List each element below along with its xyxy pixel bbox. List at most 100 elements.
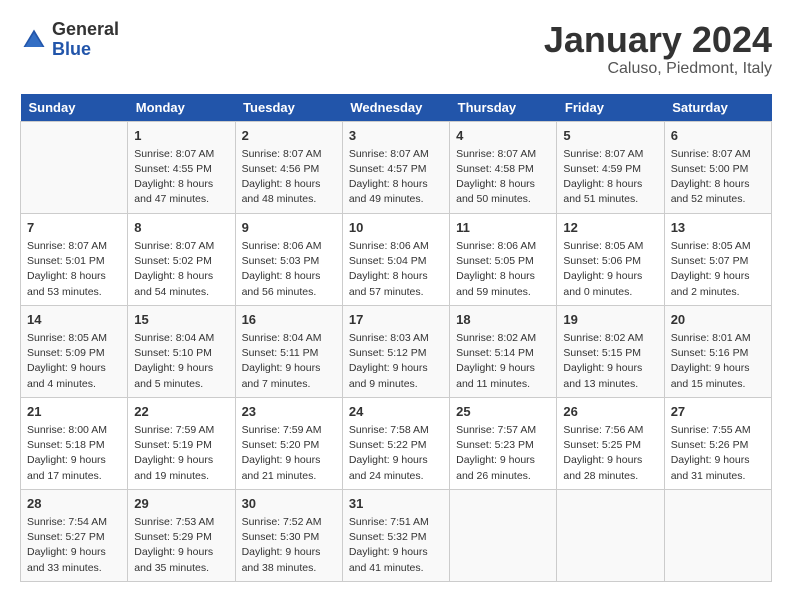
day-detail: Sunrise: 8:00 AMSunset: 5:18 PMDaylight:… <box>27 423 121 484</box>
day-number: 3 <box>349 127 443 145</box>
weekday-header-monday: Monday <box>128 94 235 122</box>
day-number: 21 <box>27 403 121 421</box>
day-number: 24 <box>349 403 443 421</box>
calendar-cell <box>664 489 771 581</box>
calendar-body: 1 Sunrise: 8:07 AMSunset: 4:55 PMDaylight… <box>21 121 772 581</box>
day-detail: Sunrise: 8:06 AMSunset: 5:05 PMDaylight:… <box>456 239 550 300</box>
calendar-title: January 2024 <box>544 20 772 60</box>
day-detail: Sunrise: 7:59 AMSunset: 5:19 PMDaylight:… <box>134 423 228 484</box>
week-row-4: 21 Sunrise: 8:00 AMSunset: 5:18 PMDayligh… <box>21 397 772 489</box>
calendar-cell: 12 Sunrise: 8:05 AMSunset: 5:06 PMDayligh… <box>557 213 664 305</box>
day-detail: Sunrise: 8:07 AMSunset: 4:56 PMDaylight:… <box>242 147 336 208</box>
weekday-header-tuesday: Tuesday <box>235 94 342 122</box>
day-number: 30 <box>242 495 336 513</box>
calendar-cell: 23 Sunrise: 7:59 AMSunset: 5:20 PMDayligh… <box>235 397 342 489</box>
calendar-cell: 4Sunrise: 8:07 AMSunset: 4:58 PMDaylight… <box>450 121 557 213</box>
day-number: 15 <box>134 311 228 329</box>
day-number: 8 <box>134 219 228 237</box>
calendar-cell: 30Sunrise: 7:52 AMSunset: 5:30 PMDayligh… <box>235 489 342 581</box>
title-block: January 2024 Caluso, Piedmont, Italy <box>544 20 772 78</box>
day-detail: Sunrise: 8:07 AMSunset: 4:57 PMDaylight:… <box>349 147 443 208</box>
day-detail: Sunrise: 8:02 AMSunset: 5:14 PMDaylight:… <box>456 331 550 392</box>
day-detail: Sunrise: 8:05 AMSunset: 5:06 PMDaylight:… <box>563 239 657 300</box>
day-number: 13 <box>671 219 765 237</box>
calendar-cell: 18Sunrise: 8:02 AMSunset: 5:14 PMDayligh… <box>450 305 557 397</box>
calendar-cell: 9 Sunrise: 8:06 AMSunset: 5:03 PMDaylight… <box>235 213 342 305</box>
logo-icon <box>20 26 48 54</box>
calendar-cell: 2 Sunrise: 8:07 AMSunset: 4:56 PMDaylight… <box>235 121 342 213</box>
day-number: 17 <box>349 311 443 329</box>
day-detail: Sunrise: 8:01 AMSunset: 5:16 PMDaylight:… <box>671 331 765 392</box>
calendar-cell: 24 Sunrise: 7:58 AMSunset: 5:22 PMDayligh… <box>342 397 449 489</box>
day-number: 20 <box>671 311 765 329</box>
calendar-cell: 29Sunrise: 7:53 AMSunset: 5:29 PMDayligh… <box>128 489 235 581</box>
weekday-header-friday: Friday <box>557 94 664 122</box>
day-number: 6 <box>671 127 765 145</box>
calendar-cell: 3 Sunrise: 8:07 AMSunset: 4:57 PMDaylight… <box>342 121 449 213</box>
week-row-3: 14 Sunrise: 8:05 AMSunset: 5:09 PMDayligh… <box>21 305 772 397</box>
day-number: 19 <box>563 311 657 329</box>
calendar-cell: 6Sunrise: 8:07 AMSunset: 5:00 PMDaylight… <box>664 121 771 213</box>
calendar-header: SundayMondayTuesdayWednesdayThursdayFrid… <box>21 94 772 122</box>
calendar-cell: 1 Sunrise: 8:07 AMSunset: 4:55 PMDaylight… <box>128 121 235 213</box>
day-detail: Sunrise: 7:58 AMSunset: 5:22 PMDaylight:… <box>349 423 443 484</box>
calendar-cell <box>21 121 128 213</box>
day-detail: Sunrise: 7:54 AMSunset: 5:27 PMDaylight:… <box>27 515 121 576</box>
day-number: 22 <box>134 403 228 421</box>
day-detail: Sunrise: 8:07 AMSunset: 5:01 PMDaylight:… <box>27 239 121 300</box>
day-detail: Sunrise: 8:03 AMSunset: 5:12 PMDaylight:… <box>349 331 443 392</box>
day-number: 27 <box>671 403 765 421</box>
weekday-header-wednesday: Wednesday <box>342 94 449 122</box>
day-number: 25 <box>456 403 550 421</box>
day-detail: Sunrise: 7:56 AMSunset: 5:25 PMDaylight:… <box>563 423 657 484</box>
day-number: 5 <box>563 127 657 145</box>
day-number: 1 <box>134 127 228 145</box>
weekday-header-thursday: Thursday <box>450 94 557 122</box>
calendar-cell: 20 Sunrise: 8:01 AMSunset: 5:16 PMDayligh… <box>664 305 771 397</box>
day-detail: Sunrise: 8:07 AMSunset: 5:02 PMDaylight:… <box>134 239 228 300</box>
day-number: 14 <box>27 311 121 329</box>
day-detail: Sunrise: 8:04 AMSunset: 5:11 PMDaylight:… <box>242 331 336 392</box>
calendar-cell <box>450 489 557 581</box>
logo-blue: Blue <box>52 40 119 60</box>
calendar-cell: 7 Sunrise: 8:07 AMSunset: 5:01 PMDaylight… <box>21 213 128 305</box>
week-row-2: 7 Sunrise: 8:07 AMSunset: 5:01 PMDaylight… <box>21 213 772 305</box>
calendar-cell: 19 Sunrise: 8:02 AMSunset: 5:15 PMDayligh… <box>557 305 664 397</box>
day-number: 9 <box>242 219 336 237</box>
day-number: 28 <box>27 495 121 513</box>
day-detail: Sunrise: 8:07 AMSunset: 4:55 PMDaylight:… <box>134 147 228 208</box>
week-row-1: 1 Sunrise: 8:07 AMSunset: 4:55 PMDaylight… <box>21 121 772 213</box>
day-detail: Sunrise: 8:05 AMSunset: 5:09 PMDaylight:… <box>27 331 121 392</box>
day-number: 12 <box>563 219 657 237</box>
day-detail: Sunrise: 8:06 AMSunset: 5:03 PMDaylight:… <box>242 239 336 300</box>
page-header: General Blue January 2024 Caluso, Piedmo… <box>20 20 772 78</box>
calendar-table: SundayMondayTuesdayWednesdayThursdayFrid… <box>20 94 772 582</box>
calendar-cell: 26 Sunrise: 7:56 AMSunset: 5:25 PMDayligh… <box>557 397 664 489</box>
day-number: 10 <box>349 219 443 237</box>
calendar-cell: 15Sunrise: 8:04 AMSunset: 5:10 PMDayligh… <box>128 305 235 397</box>
day-detail: Sunrise: 7:59 AMSunset: 5:20 PMDaylight:… <box>242 423 336 484</box>
day-number: 2 <box>242 127 336 145</box>
weekday-header-saturday: Saturday <box>664 94 771 122</box>
day-number: 23 <box>242 403 336 421</box>
day-number: 26 <box>563 403 657 421</box>
day-detail: Sunrise: 8:06 AMSunset: 5:04 PMDaylight:… <box>349 239 443 300</box>
calendar-cell: 13 Sunrise: 8:05 AMSunset: 5:07 PMDayligh… <box>664 213 771 305</box>
calendar-cell: 11Sunrise: 8:06 AMSunset: 5:05 PMDayligh… <box>450 213 557 305</box>
logo-general: General <box>52 20 119 40</box>
calendar-cell: 14 Sunrise: 8:05 AMSunset: 5:09 PMDayligh… <box>21 305 128 397</box>
day-number: 29 <box>134 495 228 513</box>
week-row-5: 28 Sunrise: 7:54 AMSunset: 5:27 PMDayligh… <box>21 489 772 581</box>
calendar-cell: 28 Sunrise: 7:54 AMSunset: 5:27 PMDayligh… <box>21 489 128 581</box>
calendar-cell: 16Sunrise: 8:04 AMSunset: 5:11 PMDayligh… <box>235 305 342 397</box>
day-detail: Sunrise: 8:02 AMSunset: 5:15 PMDaylight:… <box>563 331 657 392</box>
day-detail: Sunrise: 7:51 AMSunset: 5:32 PMDaylight:… <box>349 515 443 576</box>
calendar-cell <box>557 489 664 581</box>
day-detail: Sunrise: 8:05 AMSunset: 5:07 PMDaylight:… <box>671 239 765 300</box>
day-number: 31 <box>349 495 443 513</box>
day-number: 7 <box>27 219 121 237</box>
logo: General Blue <box>20 20 119 60</box>
weekday-row: SundayMondayTuesdayWednesdayThursdayFrid… <box>21 94 772 122</box>
day-number: 4 <box>456 127 550 145</box>
calendar-cell: 21 Sunrise: 8:00 AMSunset: 5:18 PMDayligh… <box>21 397 128 489</box>
